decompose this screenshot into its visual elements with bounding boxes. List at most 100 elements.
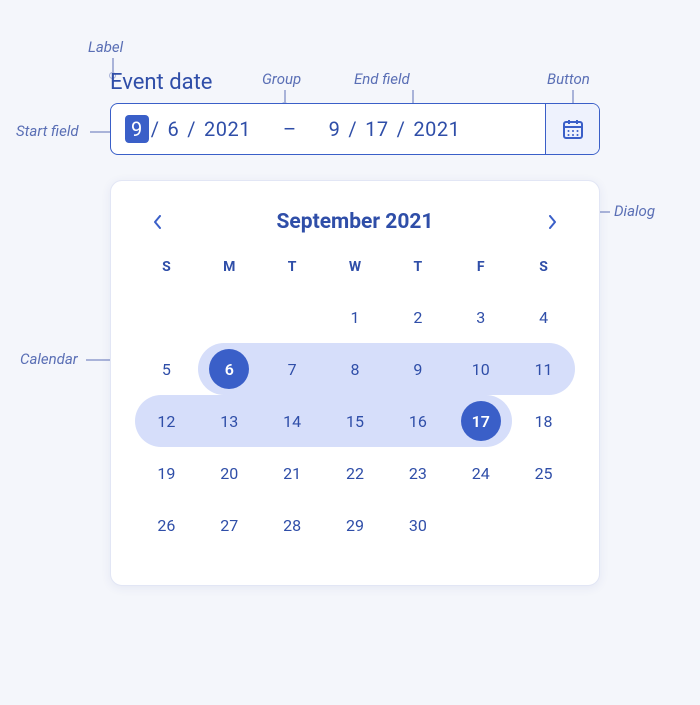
calendar-day[interactable]: 6: [198, 343, 261, 395]
dow-header: W: [324, 253, 387, 291]
calendar-day-number: 7: [272, 349, 312, 389]
calendar-day-number: 22: [335, 453, 375, 493]
calendar-day-number: 5: [146, 349, 186, 389]
calendar-day-number: 2: [398, 297, 438, 337]
calendar-day-number: 9: [398, 349, 438, 389]
next-month-button[interactable]: [539, 209, 565, 235]
calendar-day-number: 4: [524, 297, 564, 337]
annotation-dialog: Dialog: [614, 202, 655, 220]
calendar-day-number: 11: [524, 349, 564, 389]
calendar-day-number: 15: [335, 401, 375, 441]
calendar-day-number: 13: [209, 401, 249, 441]
calendar-day-number: 14: [272, 401, 312, 441]
annotation-calendar: Calendar: [20, 350, 78, 368]
calendar-day-number: 23: [398, 453, 438, 493]
calendar-day-number: 26: [146, 505, 186, 545]
calendar-empty-cell: [135, 291, 198, 343]
range-separator: –: [257, 117, 323, 141]
end-separator: /: [346, 117, 359, 141]
calendar-grid: 1234567891011121314151617181920212223242…: [135, 291, 575, 551]
calendar-day-number: 6: [209, 349, 249, 389]
calendar-day[interactable]: 13: [198, 395, 261, 447]
calendar-day[interactable]: 18: [512, 395, 575, 447]
calendar-day[interactable]: 1: [324, 291, 387, 343]
day-of-week-row: SMTWTFS: [135, 253, 575, 291]
calendar-day[interactable]: 4: [512, 291, 575, 343]
calendar-day[interactable]: 23: [386, 447, 449, 499]
calendar-day[interactable]: 5: [135, 343, 198, 395]
calendar-day-number: 21: [272, 453, 312, 493]
start-year-segment[interactable]: 2021: [198, 115, 257, 143]
calendar-day-number: 12: [146, 401, 186, 441]
calendar-day[interactable]: 15: [324, 395, 387, 447]
annotation-start-field: Start field: [16, 122, 79, 140]
calendar-day-number: 25: [524, 453, 564, 493]
calendar-icon: [561, 117, 585, 141]
calendar-day[interactable]: 25: [512, 447, 575, 499]
calendar-day[interactable]: 26: [135, 499, 198, 551]
calendar-day[interactable]: 24: [449, 447, 512, 499]
date-range-picker: Event date 9 / 6 / 2021 – 9 / 17 / 2021: [110, 70, 600, 155]
end-separator: /: [395, 117, 408, 141]
calendar-day[interactable]: 10: [449, 343, 512, 395]
month-title: September 2021: [277, 210, 434, 234]
calendar-day-number: 29: [335, 505, 375, 545]
calendar-day-number: 30: [398, 505, 438, 545]
calendar-day[interactable]: 28: [261, 499, 324, 551]
end-day-segment[interactable]: 17: [359, 115, 394, 143]
calendar-day[interactable]: 14: [261, 395, 324, 447]
calendar-empty-cell: [261, 291, 324, 343]
calendar-day-number: 1: [335, 297, 375, 337]
calendar-day-number: 10: [461, 349, 501, 389]
calendar-day[interactable]: 8: [324, 343, 387, 395]
end-year-segment[interactable]: 2021: [407, 115, 466, 143]
calendar-day-number: 27: [209, 505, 249, 545]
dow-header: S: [135, 253, 198, 291]
calendar-day[interactable]: 30: [386, 499, 449, 551]
dow-header: F: [449, 253, 512, 291]
calendar-day[interactable]: 2: [386, 291, 449, 343]
chevron-right-icon: [547, 215, 557, 229]
calendar-day-number: 28: [272, 505, 312, 545]
calendar-day[interactable]: 19: [135, 447, 198, 499]
calendar-day-number: 20: [209, 453, 249, 493]
dow-header: T: [386, 253, 449, 291]
calendar-day[interactable]: 17: [449, 395, 512, 447]
calendar-day-number: 18: [524, 401, 564, 441]
calendar-day-number: 17: [461, 401, 501, 441]
calendar-dialog: September 2021 SMTWTFS 12345678910111213…: [110, 180, 600, 586]
calendar-header: September 2021: [135, 209, 575, 253]
calendar-day[interactable]: 12: [135, 395, 198, 447]
calendar-day[interactable]: 20: [198, 447, 261, 499]
calendar-day[interactable]: 27: [198, 499, 261, 551]
calendar-day[interactable]: 22: [324, 447, 387, 499]
calendar-day[interactable]: 29: [324, 499, 387, 551]
prev-month-button[interactable]: [145, 209, 171, 235]
calendar-day[interactable]: 7: [261, 343, 324, 395]
calendar-day[interactable]: 3: [449, 291, 512, 343]
start-separator: /: [185, 117, 198, 141]
calendar-day[interactable]: 11: [512, 343, 575, 395]
calendar-day[interactable]: 16: [386, 395, 449, 447]
calendar-day-number: 8: [335, 349, 375, 389]
calendar-day[interactable]: 21: [261, 447, 324, 499]
calendar-day-number: 3: [461, 297, 501, 337]
start-separator: /: [149, 117, 162, 141]
field-group: 9 / 6 / 2021 – 9 / 17 / 2021: [110, 103, 600, 155]
start-day-segment[interactable]: 6: [162, 115, 186, 143]
date-fields: 9 / 6 / 2021 – 9 / 17 / 2021: [111, 104, 545, 154]
chevron-left-icon: [153, 215, 163, 229]
end-month-segment[interactable]: 9: [323, 115, 347, 143]
calendar-day-number: 16: [398, 401, 438, 441]
dow-header: T: [261, 253, 324, 291]
dow-header: S: [512, 253, 575, 291]
calendar-button[interactable]: [545, 104, 599, 154]
calendar-day[interactable]: 9: [386, 343, 449, 395]
calendar-empty-cell: [198, 291, 261, 343]
start-month-segment[interactable]: 9: [125, 115, 149, 143]
dow-header: M: [198, 253, 261, 291]
calendar-day-number: 24: [461, 453, 501, 493]
field-label: Event date: [110, 70, 600, 95]
calendar-day-number: 19: [146, 453, 186, 493]
annotation-label: Label: [88, 38, 123, 56]
